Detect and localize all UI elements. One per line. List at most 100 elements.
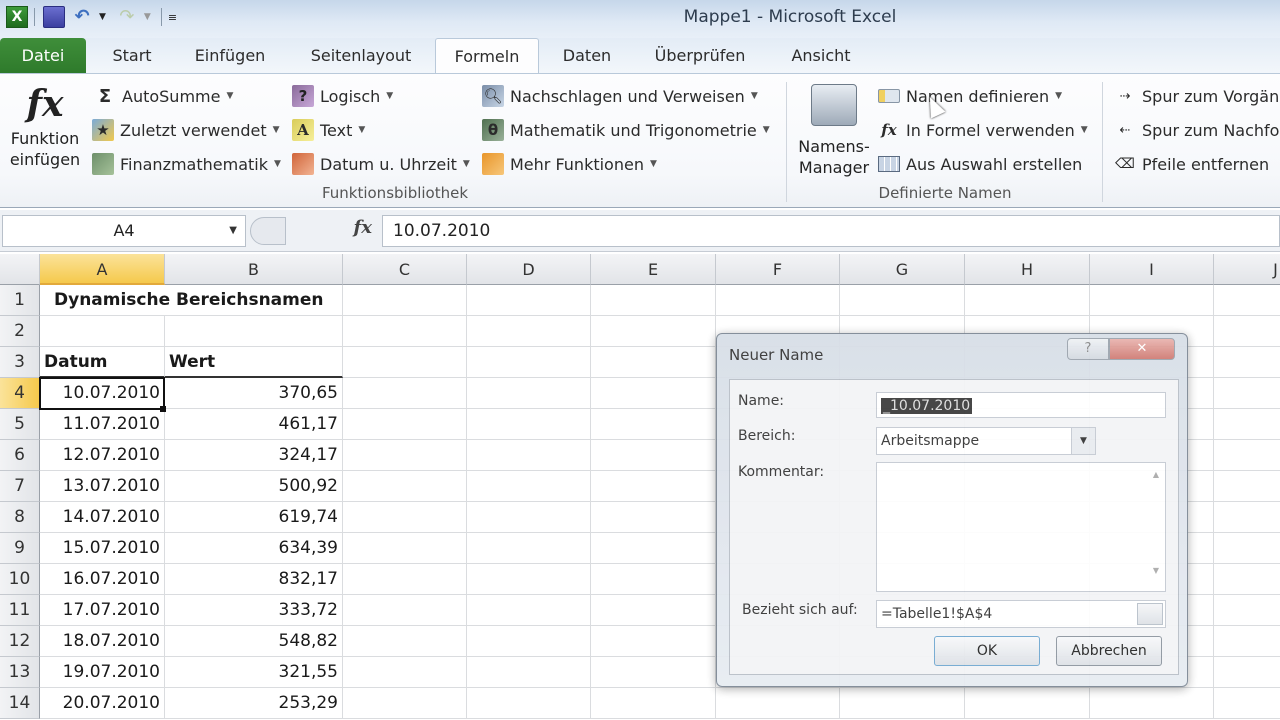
cell-j6[interactable] — [1214, 440, 1280, 471]
cell-c9[interactable] — [343, 533, 467, 564]
cell-e7[interactable] — [591, 471, 716, 502]
cell-c14[interactable] — [343, 688, 467, 719]
row-header-12[interactable]: 12 — [0, 626, 40, 657]
trace-precedents-button[interactable]: ⇢ Spur zum Vorgän — [1114, 84, 1280, 108]
cell-h14[interactable] — [965, 688, 1090, 719]
fill-handle[interactable] — [160, 406, 166, 412]
cell-d8[interactable] — [467, 502, 591, 533]
cell-c5[interactable] — [343, 409, 467, 440]
cell-d14[interactable] — [467, 688, 591, 719]
cell-j1[interactable] — [1214, 285, 1280, 316]
cell-a10[interactable]: 16.07.2010 — [40, 564, 165, 595]
insert-function-fx-icon[interactable]: fx — [354, 217, 372, 238]
cell-e5[interactable] — [591, 409, 716, 440]
row-header-7[interactable]: 7 — [0, 471, 40, 502]
cell-b8[interactable]: 619,74 — [165, 502, 343, 533]
formula-input[interactable]: 10.07.2010 — [382, 215, 1280, 247]
cell-g14[interactable] — [840, 688, 965, 719]
row-header-4[interactable]: 4 — [0, 378, 40, 409]
column-header-c[interactable]: C — [343, 254, 467, 285]
cell-d13[interactable] — [467, 657, 591, 688]
cell-a2[interactable] — [40, 316, 165, 347]
cancel-button[interactable]: Abbrechen — [1056, 636, 1162, 666]
cell-c10[interactable] — [343, 564, 467, 595]
refers-to-input[interactable]: =Tabelle1!$A$4 — [876, 600, 1166, 628]
cell-j7[interactable] — [1214, 471, 1280, 502]
cell-e8[interactable] — [591, 502, 716, 533]
cell-d11[interactable] — [467, 595, 591, 626]
row-header-6[interactable]: 6 — [0, 440, 40, 471]
column-header-a[interactable]: A — [40, 254, 165, 285]
cell-c11[interactable] — [343, 595, 467, 626]
cell-a3[interactable]: Datum — [40, 347, 165, 378]
cell-f1[interactable] — [716, 285, 840, 316]
cell-c4[interactable] — [343, 378, 467, 409]
name-box[interactable]: A4 ▼ — [2, 215, 246, 247]
create-from-selection-button[interactable]: Aus Auswahl erstellen — [878, 152, 1082, 176]
tab-formeln[interactable]: Formeln — [435, 38, 539, 74]
comment-scrollbar[interactable]: ▲ ▼ — [1149, 467, 1163, 587]
cell-c3[interactable] — [343, 347, 467, 378]
cell-b3[interactable]: Wert — [165, 347, 343, 378]
row-header-2[interactable]: 2 — [0, 316, 40, 347]
cell-b2[interactable] — [165, 316, 343, 347]
cell-e1[interactable] — [591, 285, 716, 316]
logical-button[interactable]: ? Logisch ▼ — [292, 84, 393, 108]
cell-j5[interactable] — [1214, 409, 1280, 440]
ok-button[interactable]: OK — [934, 636, 1040, 666]
cell-e14[interactable] — [591, 688, 716, 719]
cell-b7[interactable]: 500,92 — [165, 471, 343, 502]
cell-e11[interactable] — [591, 595, 716, 626]
cell-j13[interactable] — [1214, 657, 1280, 688]
cell-c6[interactable] — [343, 440, 467, 471]
cell-c12[interactable] — [343, 626, 467, 657]
select-all-corner[interactable] — [0, 254, 40, 285]
tab-ueberpruefen[interactable]: Überprüfen — [640, 38, 760, 74]
chevron-down-icon[interactable]: ▼ — [229, 216, 237, 246]
close-button[interactable]: ✕ — [1109, 338, 1175, 360]
cell-e2[interactable] — [591, 316, 716, 347]
autosum-button[interactable]: Σ AutoSumme ▼ — [94, 84, 234, 108]
cell-d10[interactable] — [467, 564, 591, 595]
cell-j9[interactable] — [1214, 533, 1280, 564]
cell-a14[interactable]: 20.07.2010 — [40, 688, 165, 719]
cell-j12[interactable] — [1214, 626, 1280, 657]
name-input[interactable]: _10.07.2010 — [876, 392, 1166, 418]
cell-f14[interactable] — [716, 688, 840, 719]
column-header-e[interactable]: E — [591, 254, 716, 285]
row-header-9[interactable]: 9 — [0, 533, 40, 564]
row-header-8[interactable]: 8 — [0, 502, 40, 533]
cell-d3[interactable] — [467, 347, 591, 378]
column-header-j[interactable]: J — [1214, 254, 1280, 285]
cell-a12[interactable]: 18.07.2010 — [40, 626, 165, 657]
range-picker-icon[interactable] — [1137, 603, 1163, 625]
cell-a1[interactable]: Dynamische Bereichsnamen — [40, 285, 324, 316]
tab-datei[interactable]: Datei — [0, 38, 86, 74]
more-functions-button[interactable]: Mehr Funktionen ▼ — [482, 152, 657, 176]
cell-j14[interactable] — [1214, 688, 1280, 719]
cell-a5[interactable]: 11.07.2010 — [40, 409, 165, 440]
cell-c8[interactable] — [343, 502, 467, 533]
cell-b14[interactable]: 253,29 — [165, 688, 343, 719]
name-manager-button[interactable]: Namens- Manager — [796, 84, 872, 184]
cell-b6[interactable]: 324,17 — [165, 440, 343, 471]
row-header-14[interactable]: 14 — [0, 688, 40, 719]
cell-j4[interactable] — [1214, 378, 1280, 409]
cell-j3[interactable] — [1214, 347, 1280, 378]
row-header-1[interactable]: 1 — [0, 285, 40, 316]
row-header-11[interactable]: 11 — [0, 595, 40, 626]
row-header-5[interactable]: 5 — [0, 409, 40, 440]
tab-seitenlayout[interactable]: Seitenlayout — [296, 38, 426, 74]
cell-d6[interactable] — [467, 440, 591, 471]
cell-c7[interactable] — [343, 471, 467, 502]
cell-b11[interactable]: 333,72 — [165, 595, 343, 626]
tab-start[interactable]: Start — [100, 38, 164, 74]
cell-i1[interactable] — [1090, 285, 1214, 316]
cell-b4[interactable]: 370,65 — [165, 378, 343, 409]
row-header-10[interactable]: 10 — [0, 564, 40, 595]
cell-a9[interactable]: 15.07.2010 — [40, 533, 165, 564]
cell-e10[interactable] — [591, 564, 716, 595]
cell-c13[interactable] — [343, 657, 467, 688]
trace-dependents-button[interactable]: ⇠ Spur zum Nachfo — [1114, 118, 1280, 142]
column-header-f[interactable]: F — [716, 254, 840, 285]
